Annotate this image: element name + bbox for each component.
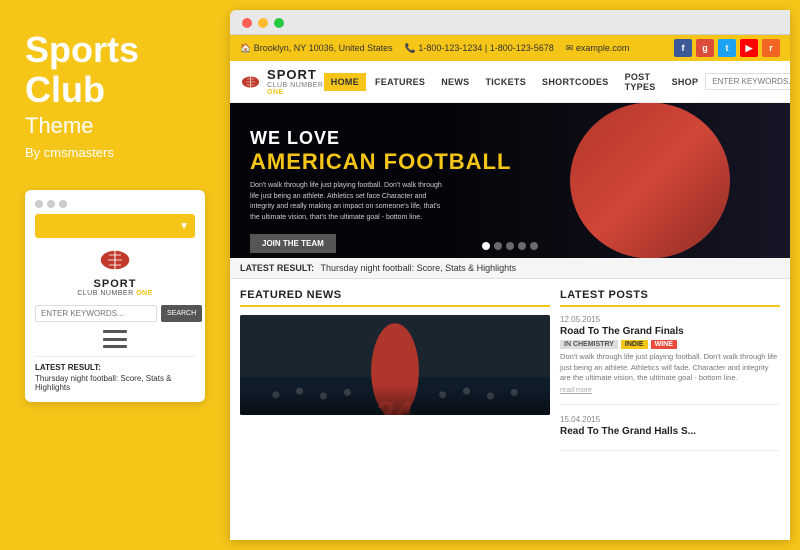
youtube-button[interactable]: ▶ xyxy=(740,39,758,57)
logo-text: SPORT CLUB NUMBER ONE xyxy=(267,67,324,96)
email-text: ✉ example.com xyxy=(566,43,630,54)
featured-news-title: FEATURED NEWS xyxy=(240,289,550,307)
post-title-1[interactable]: Road To The Grand Finals xyxy=(560,326,780,337)
nav-item-shop[interactable]: SHOP xyxy=(665,73,706,91)
nav-item-shortcodes[interactable]: SHORTCODES xyxy=(535,73,616,91)
dropdown-arrow-icon: ▼ xyxy=(179,221,189,232)
mobile-menu-icon-box xyxy=(35,330,195,348)
mobile-preview: ▼ SPORT CLUB NUMBER ONE SEARCH xyxy=(25,190,205,402)
main-content: FEATURED NEWS 24 xyxy=(230,279,790,540)
post-item-1: 12.05.2015 Road To The Grand Finals IN C… xyxy=(560,315,780,405)
latest-posts-section: LATEST POSTS 12.05.2015 Road To The Gran… xyxy=(560,289,780,530)
nav-search-input[interactable] xyxy=(705,73,790,90)
mobile-dropdown-bar[interactable]: ▼ xyxy=(35,214,195,238)
mobile-sport-sub: CLUB NUMBER ONE xyxy=(77,290,153,297)
hamburger-icon[interactable] xyxy=(103,330,127,348)
googleplus-button[interactable]: g xyxy=(696,39,714,57)
mobile-dot-2 xyxy=(47,200,55,208)
featured-crowd-bg xyxy=(240,385,550,415)
site-logo: SPORT CLUB NUMBER ONE xyxy=(240,67,324,96)
browser-preview: 🏠 Brooklyn, NY 10036, United States 📞 1-… xyxy=(230,10,790,540)
slider-dot-4[interactable] xyxy=(518,242,526,250)
nav-item-features[interactable]: FEATURES xyxy=(368,73,432,91)
info-bar-left: 🏠 Brooklyn, NY 10036, United States 📞 1-… xyxy=(240,43,629,54)
post-date-1: 12.05.2015 xyxy=(560,315,780,324)
featured-news-section: FEATURED NEWS 24 xyxy=(240,289,550,530)
logo-sport-text: SPORT xyxy=(267,67,324,82)
mobile-logo-area: SPORT CLUB NUMBER ONE xyxy=(35,246,195,297)
latest-result-bar: LATEST RESULT: Thursday night football: … xyxy=(230,258,790,279)
post-title-2[interactable]: Read To The Grand Halls S... xyxy=(560,426,780,437)
address-text: 🏠 Brooklyn, NY 10036, United States xyxy=(240,43,393,54)
website-content: 🏠 Brooklyn, NY 10036, United States 📞 1-… xyxy=(230,35,790,540)
hero-description: Don't walk through life just playing foo… xyxy=(250,181,450,223)
slider-dot-2[interactable] xyxy=(494,242,502,250)
latest-result-label: LATEST RESULT: xyxy=(240,263,314,273)
post-date-2: 15.04.2015 xyxy=(560,415,780,424)
post-item-2: 15.04.2015 Read To The Grand Halls S... xyxy=(560,415,780,451)
nav-search: SEARCH 🛒 xyxy=(705,71,790,93)
post-desc-1: Don't walk through life just playing foo… xyxy=(560,352,780,384)
nav-item-post-types[interactable]: POST TYPES xyxy=(618,68,663,96)
slider-dot-5[interactable] xyxy=(530,242,538,250)
nav-links: HOME FEATURES NEWS TICKETS SHORTCODES PO… xyxy=(324,68,705,96)
latest-result-text: Thursday night football: Score, Stats & … xyxy=(321,263,517,273)
mobile-dot-1 xyxy=(35,200,43,208)
hero-cta-button[interactable]: JOIN THE TEAM xyxy=(250,234,336,253)
slider-dots xyxy=(482,242,538,250)
mobile-sport-text: SPORT xyxy=(94,278,137,290)
hero-title-line1: WE LOVE xyxy=(250,128,511,149)
mobile-latest-label: LATEST RESULT: xyxy=(35,363,195,372)
left-panel: Sports Club Theme By cmsmasters ▼ SPORT … xyxy=(0,0,230,550)
featured-news-image: 24 xyxy=(240,315,550,415)
logo-football-icon xyxy=(240,71,261,93)
mobile-latest-result: LATEST RESULT: Thursday night football: … xyxy=(35,356,195,392)
nav-item-news[interactable]: NEWS xyxy=(434,73,476,91)
hero-title-line2: AMERICAN FOOTBALL xyxy=(250,149,511,175)
post-tag-in-chemistry[interactable]: IN CHEMISTRY xyxy=(560,340,618,349)
mobile-search-button[interactable]: SEARCH xyxy=(161,305,202,322)
app-subtitle: Theme xyxy=(25,113,205,139)
nav-item-home[interactable]: HOME xyxy=(324,73,366,91)
nav-item-tickets[interactable]: TICKETS xyxy=(478,73,533,91)
post-tag-indie[interactable]: INDIE xyxy=(621,340,648,349)
twitter-button[interactable]: t xyxy=(718,39,736,57)
mobile-search-input[interactable] xyxy=(35,305,157,322)
app-by: By cmsmasters xyxy=(25,145,205,160)
browser-maximize-btn[interactable] xyxy=(274,18,284,28)
browser-close-btn[interactable] xyxy=(242,18,252,28)
hero-slider: WE LOVE AMERICAN FOOTBALL Don't walk thr… xyxy=(230,103,790,258)
nav-bar: SPORT CLUB NUMBER ONE HOME FEATURES NEWS… xyxy=(230,61,790,103)
browser-minimize-btn[interactable] xyxy=(258,18,268,28)
logo-sub-text: CLUB NUMBER ONE xyxy=(267,82,324,96)
social-buttons: f g t ▶ r xyxy=(674,39,780,57)
app-title: Sports Club xyxy=(25,30,205,109)
hamburger-line-3 xyxy=(103,345,127,348)
slider-dot-3[interactable] xyxy=(506,242,514,250)
post-tags-1: IN CHEMISTRY INDIE WINE xyxy=(560,340,780,349)
hero-text: WE LOVE AMERICAN FOOTBALL Don't walk thr… xyxy=(250,128,511,253)
mobile-top-bar xyxy=(35,200,195,208)
info-bar: 🏠 Brooklyn, NY 10036, United States 📞 1-… xyxy=(230,35,790,61)
facebook-button[interactable]: f xyxy=(674,39,692,57)
hamburger-line-1 xyxy=(103,330,127,333)
football-icon xyxy=(97,246,133,274)
hamburger-line-2 xyxy=(103,338,127,341)
browser-chrome xyxy=(230,10,790,35)
post-read-more-1[interactable]: read more xyxy=(560,387,780,394)
mobile-dot-3 xyxy=(59,200,67,208)
mobile-latest-text: Thursday night football: Score, Stats & … xyxy=(35,374,195,392)
latest-posts-title: LATEST POSTS xyxy=(560,289,780,307)
mobile-search-row: SEARCH xyxy=(35,305,195,322)
phone-text: 📞 1-800-123-1234 | 1-800-123-5678 xyxy=(405,43,554,54)
post-tag-wine[interactable]: WINE xyxy=(651,340,677,349)
rss-button[interactable]: r xyxy=(762,39,780,57)
slider-dot-1[interactable] xyxy=(482,242,490,250)
